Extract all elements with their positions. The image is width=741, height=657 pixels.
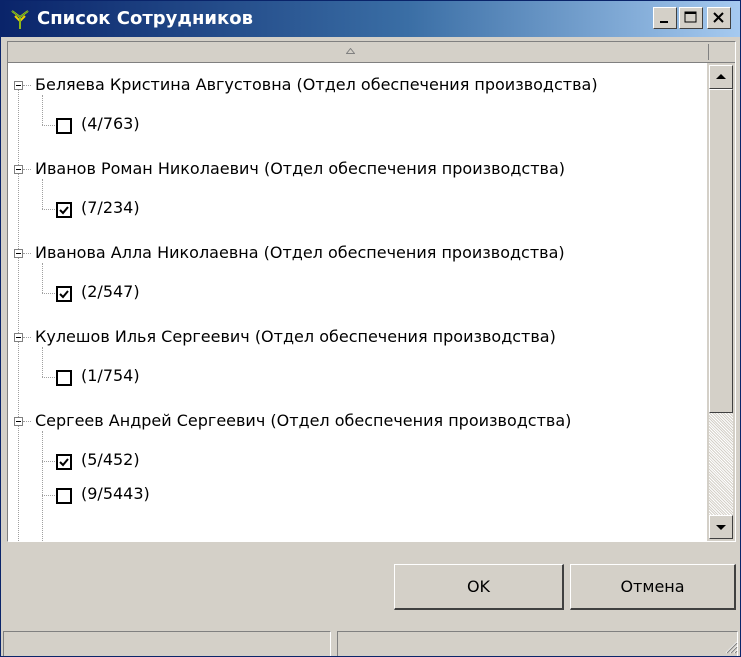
employee-list-window: Список Сотрудников Беляева Кристина Авгу… bbox=[0, 0, 741, 657]
card-checkbox[interactable] bbox=[56, 118, 72, 134]
checkmark-icon bbox=[59, 206, 69, 215]
tree-branch-line bbox=[42, 377, 55, 378]
card-label: (2/547) bbox=[81, 282, 140, 301]
window-title: Список Сотрудников bbox=[37, 8, 253, 29]
card-checkbox[interactable] bbox=[56, 202, 72, 218]
tree-branch-line bbox=[42, 95, 43, 125]
column-separator[interactable] bbox=[708, 44, 709, 60]
card-checkbox[interactable] bbox=[56, 286, 72, 302]
tree-branch-line bbox=[23, 169, 31, 170]
status-pane-right bbox=[337, 631, 738, 656]
tree-branch-line bbox=[42, 495, 55, 496]
scroll-up-icon bbox=[716, 74, 726, 79]
card-label: (9/5443) bbox=[81, 484, 150, 503]
card-label: (1/754) bbox=[81, 366, 140, 385]
card-label: (5/452) bbox=[81, 450, 140, 469]
maximize-button[interactable] bbox=[679, 7, 703, 29]
close-icon bbox=[713, 12, 724, 23]
title-bar[interactable]: Список Сотрудников bbox=[1, 1, 740, 37]
employee-node[interactable]: Сергеев Андрей Сергеевич (Отдел обеспече… bbox=[35, 411, 571, 431]
tree-branch-line bbox=[23, 421, 31, 422]
minimize-icon bbox=[660, 21, 668, 23]
card-label: (7/234) bbox=[81, 198, 140, 217]
employee-tree: Беляева Кристина Августовна (Отдел обесп… bbox=[8, 63, 707, 541]
tree-branch-line bbox=[42, 209, 55, 210]
tree-branch-line bbox=[23, 253, 31, 254]
tree-collapse-icon[interactable] bbox=[14, 165, 23, 174]
tree-branch-line bbox=[23, 337, 31, 338]
scrollbar-thumb[interactable] bbox=[709, 89, 733, 413]
tree-branch-line bbox=[42, 431, 43, 541]
employee-node[interactable]: Кулешов Илья Сергеевич (Отдел обеспечени… bbox=[35, 327, 556, 347]
employee-node[interactable]: Беляева Кристина Августовна (Отдел обесп… bbox=[35, 75, 598, 95]
resize-grip-icon[interactable] bbox=[724, 640, 738, 654]
tree-branch-line bbox=[42, 461, 55, 462]
card-checkbox[interactable] bbox=[56, 488, 72, 504]
tree-trunk-line bbox=[18, 85, 19, 541]
close-button[interactable] bbox=[707, 7, 731, 29]
tree-branch-line bbox=[42, 125, 55, 126]
tree-collapse-icon[interactable] bbox=[14, 333, 23, 342]
card-label: (4/763) bbox=[81, 114, 140, 133]
scroll-down-icon bbox=[716, 525, 726, 530]
scroll-down-button[interactable] bbox=[709, 515, 733, 539]
vertical-scrollbar[interactable] bbox=[707, 63, 735, 541]
card-checkbox[interactable] bbox=[56, 370, 72, 386]
ok-button[interactable]: OK bbox=[394, 564, 564, 610]
tree-branch-line bbox=[23, 85, 31, 86]
sort-up-icon bbox=[346, 48, 355, 54]
status-pane-left bbox=[3, 631, 331, 656]
checkmark-icon bbox=[59, 290, 69, 299]
minimize-button[interactable] bbox=[653, 7, 677, 29]
tree-branch-line bbox=[42, 347, 43, 377]
column-header[interactable] bbox=[8, 42, 735, 63]
scroll-up-button[interactable] bbox=[709, 65, 733, 89]
tree-collapse-icon[interactable] bbox=[14, 81, 23, 90]
tree-branch-line bbox=[42, 263, 43, 293]
status-bar bbox=[1, 628, 740, 656]
tree-branch-line bbox=[42, 179, 43, 209]
employee-node[interactable]: Иванов Роман Николаевич (Отдел обеспечен… bbox=[35, 159, 565, 179]
cancel-button[interactable]: Отмена bbox=[570, 564, 736, 610]
employee-node[interactable]: Иванова Алла Николаевна (Отдел обеспечен… bbox=[35, 243, 565, 263]
tree-branch-line bbox=[42, 293, 55, 294]
employee-tree-panel: Беляева Кристина Августовна (Отдел обесп… bbox=[7, 41, 736, 542]
tree-collapse-icon[interactable] bbox=[14, 417, 23, 426]
card-checkbox[interactable] bbox=[56, 454, 72, 470]
checkmark-icon bbox=[59, 458, 69, 467]
tree-collapse-icon[interactable] bbox=[14, 249, 23, 258]
maximize-icon bbox=[684, 11, 697, 23]
scrollbar-track[interactable] bbox=[709, 413, 733, 515]
users-tree-icon bbox=[11, 10, 29, 29]
